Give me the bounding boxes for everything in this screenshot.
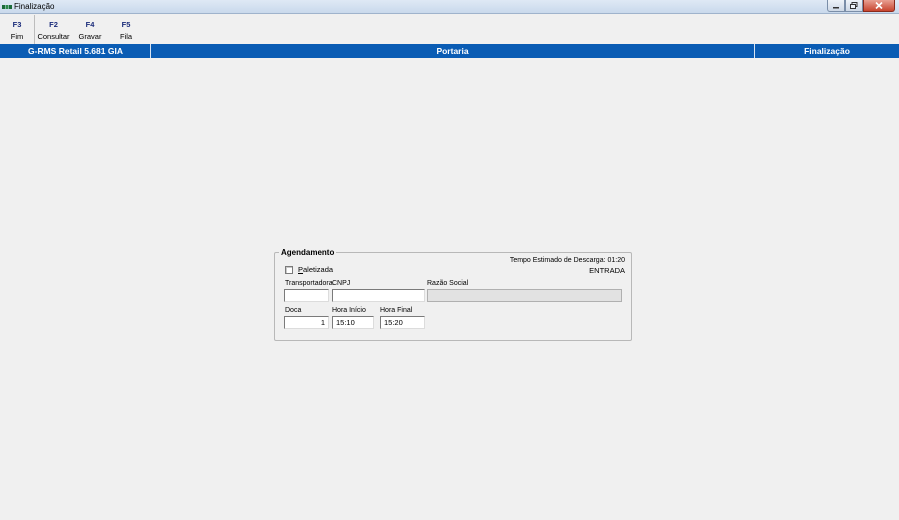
paletizada-checkbox-row[interactable]: Paletizada — [285, 265, 333, 274]
toolbar-key: F5 — [121, 20, 131, 29]
toolbar-button-fila[interactable]: F5 Fila — [108, 15, 144, 44]
hora-final-label: Hora Final — [380, 307, 413, 314]
doca-label: Doca — [285, 307, 302, 314]
hora-inicio-field[interactable] — [332, 316, 374, 329]
tempo-estimado-text: Tempo Estimado de Descarga: 01:20 — [509, 257, 625, 264]
minimize-button[interactable] — [827, 0, 845, 12]
toolbar-button-fim[interactable]: F3 Fim — [0, 15, 35, 44]
screen-name: Finalização — [804, 46, 850, 56]
window-controls — [827, 0, 895, 13]
window-title: Finalização — [14, 2, 55, 11]
close-button[interactable] — [863, 0, 895, 12]
toolbar-key: F4 — [85, 20, 95, 29]
paletizada-checkbox[interactable] — [285, 265, 293, 274]
toolbar-button-gravar[interactable]: F4 Gravar — [72, 15, 108, 44]
restore-icon — [850, 2, 858, 9]
minimize-icon — [833, 6, 839, 8]
toolbar-label: Gravar — [78, 32, 102, 41]
toolbar-button-consultar[interactable]: F2 Consultar — [35, 15, 72, 44]
toolbar-label: Fim — [10, 32, 24, 41]
hora-inicio-label: Hora Início — [332, 307, 366, 314]
razao-social-label: Razão Social — [427, 280, 469, 287]
toolbar-label: Consultar — [37, 32, 70, 41]
close-icon — [875, 2, 883, 9]
toolbar-key: F3 — [12, 20, 22, 29]
system-version: G-RMS Retail 5.681 GIA — [28, 46, 123, 56]
window-title-bar: Finalização — [0, 0, 899, 14]
toolbar-label: Fila — [119, 32, 133, 41]
toolbar-key: F2 — [49, 20, 58, 29]
hora-final-field[interactable] — [380, 316, 425, 329]
app-icon — [2, 5, 12, 9]
doca-field[interactable] — [284, 316, 329, 329]
cnpj-label: CNPJ — [332, 280, 351, 287]
function-key-toolbar: F3 Fim F2 Consultar F4 Gravar F5 Fila — [0, 15, 144, 44]
transportadora-label: Transportadora — [285, 280, 333, 287]
tipo-movimento-text: ENTRADA — [589, 266, 625, 275]
restore-button[interactable] — [845, 0, 863, 12]
razao-social-field — [427, 289, 622, 302]
cnpj-field[interactable] — [332, 289, 425, 302]
context-header: G-RMS Retail 5.681 GIA Portaria Finaliza… — [0, 44, 899, 58]
transportadora-field[interactable] — [284, 289, 329, 302]
group-legend: Agendamento — [279, 248, 337, 257]
module-name: Portaria — [436, 46, 469, 56]
paletizada-label: Paletizada — [298, 265, 334, 274]
agendamento-group: Agendamento Tempo Estimado de Descarga: … — [274, 248, 632, 341]
